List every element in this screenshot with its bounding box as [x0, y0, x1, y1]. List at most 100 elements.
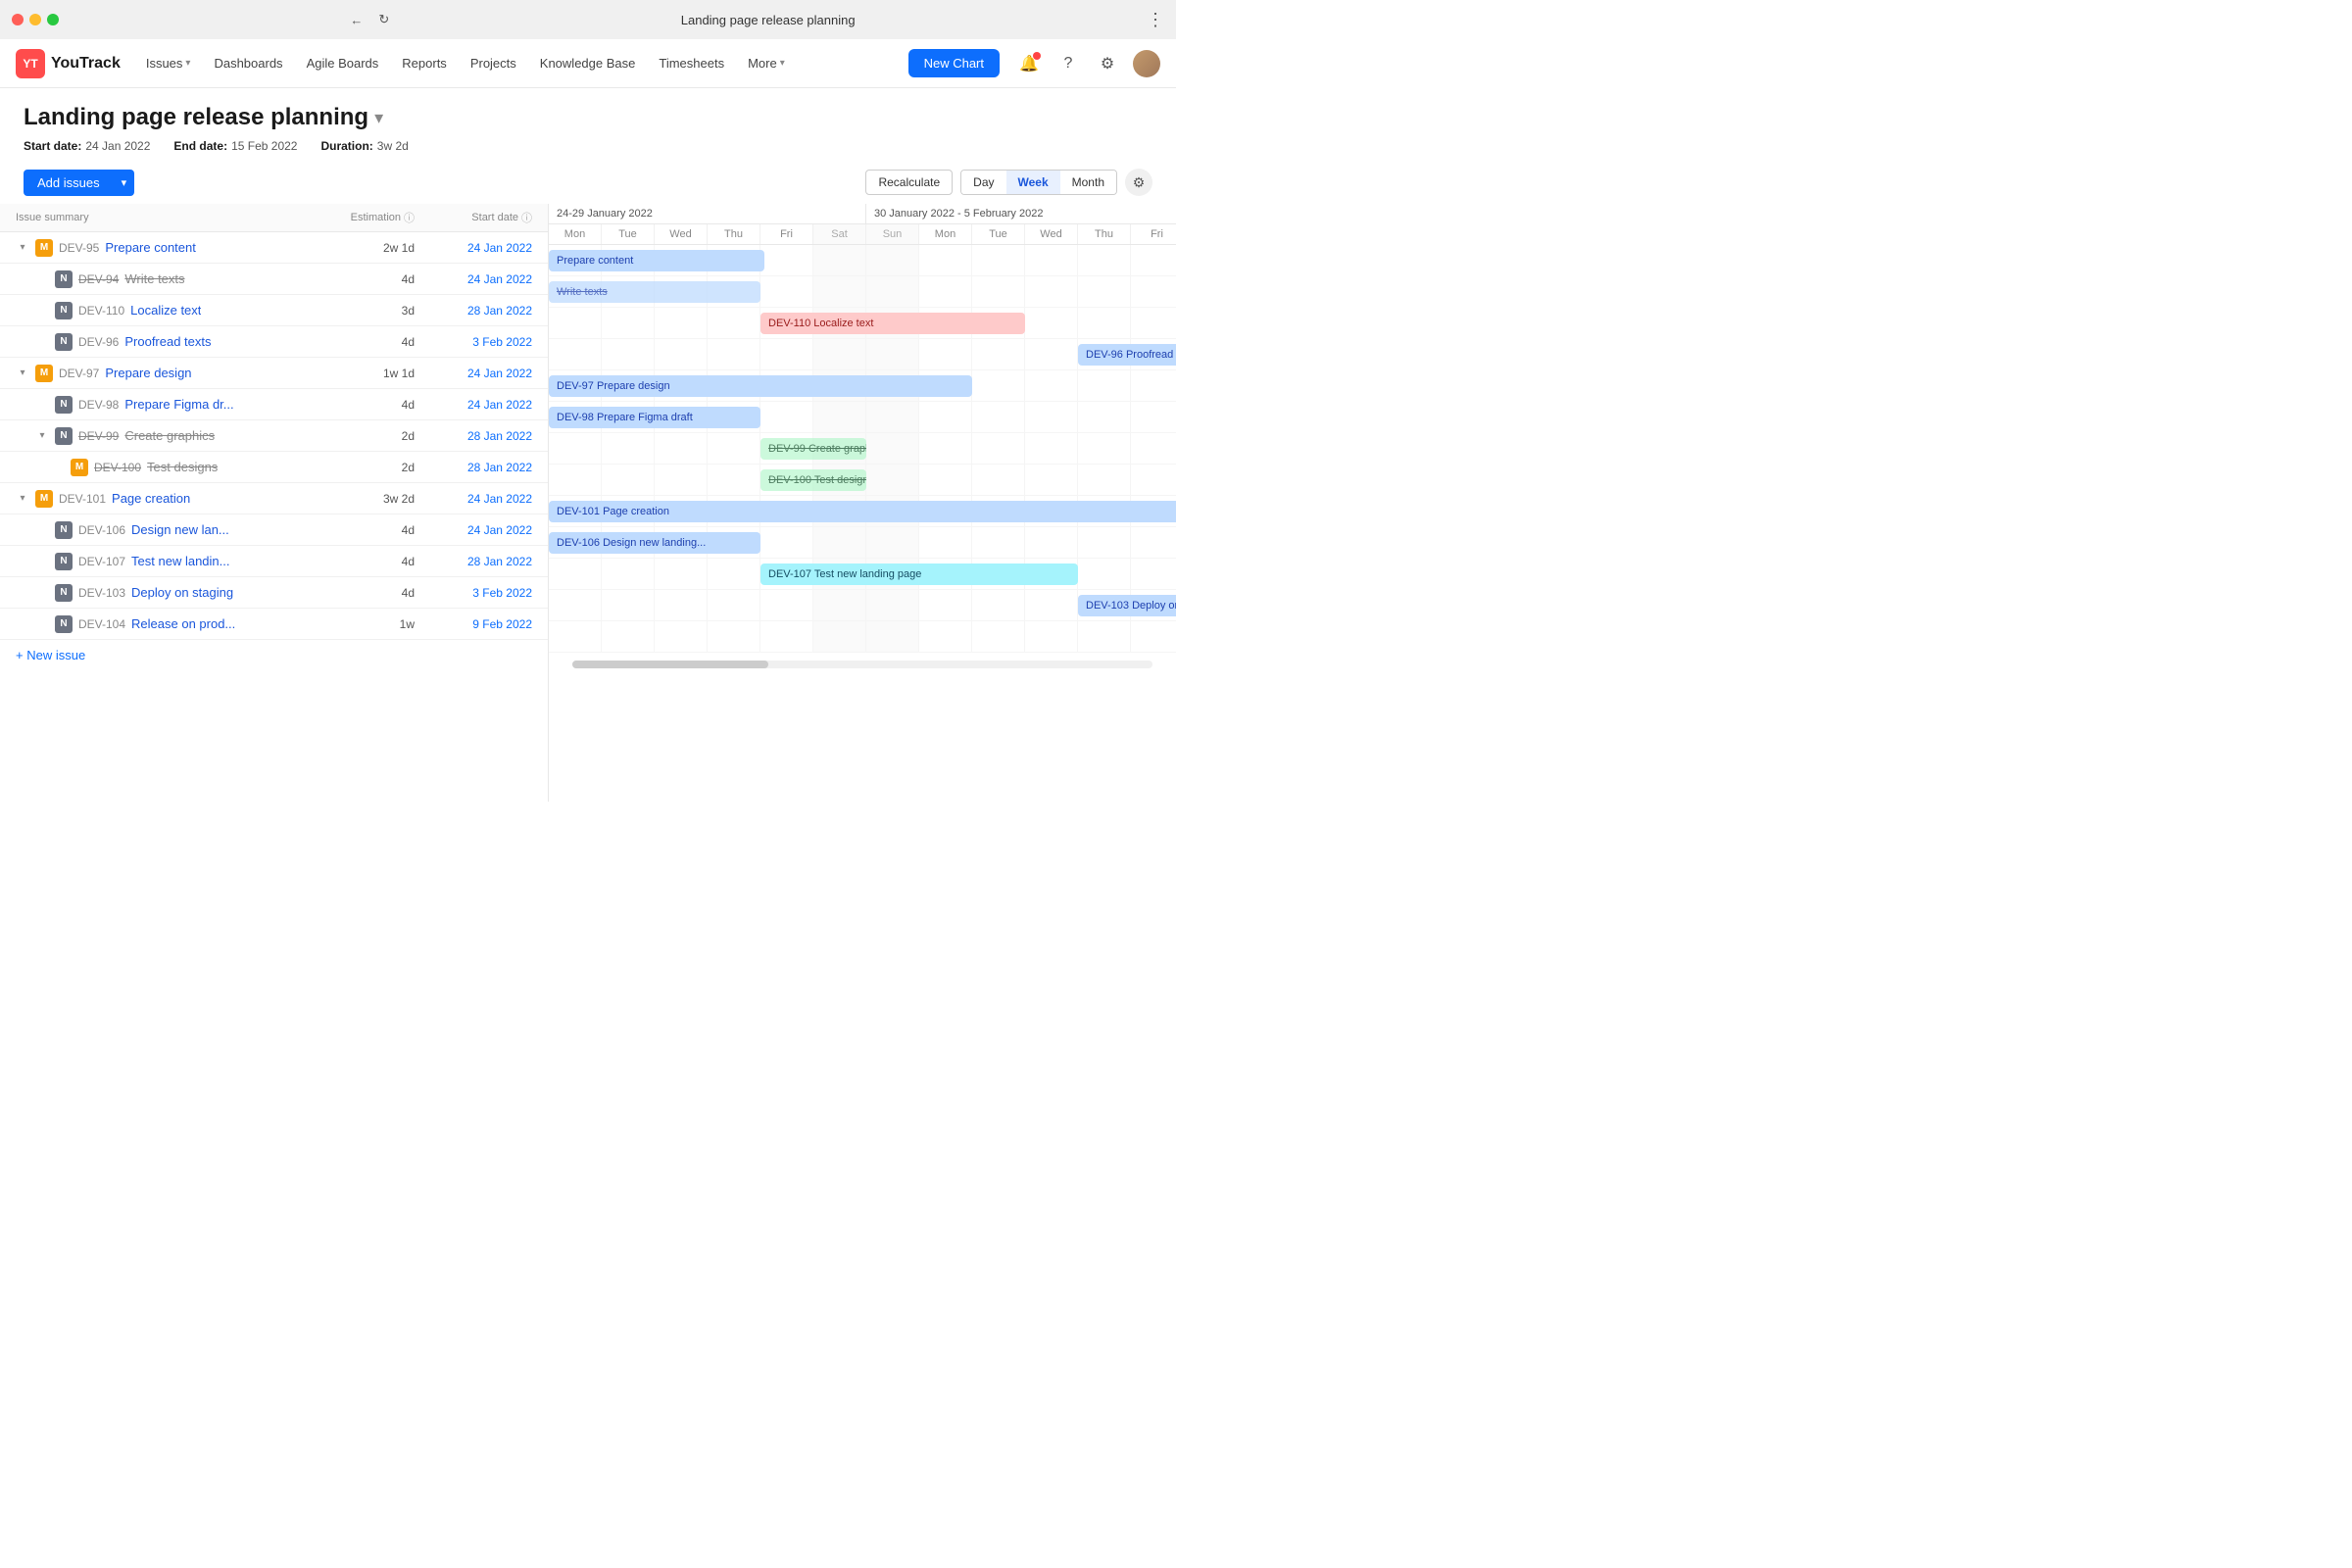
page-meta: Start date: 24 Jan 2022 End date: 15 Feb…	[24, 139, 1152, 153]
expand-btn[interactable]: ▾	[16, 492, 29, 506]
issue-title[interactable]: Localize text	[130, 303, 201, 318]
gantt-cell	[602, 465, 655, 495]
day-view-btn[interactable]: Day	[961, 171, 1005, 194]
gantt-day-label: Tue	[972, 224, 1025, 244]
add-issues-button[interactable]: Add issues	[24, 170, 114, 196]
page-title-chevron[interactable]: ▾	[374, 108, 383, 128]
gantt-scrollbar[interactable]	[549, 653, 1176, 676]
issue-start-date[interactable]: 28 Jan 2022	[415, 461, 532, 474]
main-content: Issue summary Estimation ⓘ Start date ⓘ …	[0, 204, 1176, 802]
logo[interactable]: YT YouTrack	[16, 49, 121, 78]
nav-agile-boards[interactable]: Agile Boards	[297, 50, 389, 76]
issue-title[interactable]: Proofread texts	[124, 334, 211, 349]
gantt-bar[interactable]: DEV-110 Localize text	[760, 313, 1025, 334]
gantt-cell	[549, 433, 602, 464]
issue-id: DEV-100	[94, 461, 141, 474]
help-btn[interactable]: ?	[1054, 50, 1082, 77]
expand-btn[interactable]: ▾	[35, 429, 49, 443]
gantt-cell	[602, 308, 655, 338]
gantt-cell	[1025, 527, 1078, 558]
issue-title[interactable]: Test new landin...	[131, 554, 229, 568]
close-btn[interactable]	[12, 14, 24, 25]
gantt-bar[interactable]: Prepare content	[549, 250, 764, 271]
gantt-cell	[919, 433, 972, 464]
back-btn[interactable]: ←	[350, 13, 363, 27]
settings-btn[interactable]: ⚙	[1094, 50, 1121, 77]
issue-title[interactable]: Prepare design	[105, 366, 191, 380]
gantt-bar[interactable]: DEV-103 Deploy on staging	[1078, 595, 1176, 616]
issue-start-date[interactable]: 24 Jan 2022	[415, 272, 532, 286]
gantt-row: DEV-97 Prepare design	[549, 370, 1176, 402]
new-chart-button[interactable]: New Chart	[908, 49, 1000, 77]
gantt-bar[interactable]: DEV-97 Prepare design	[549, 375, 972, 397]
issue-start-date[interactable]: 24 Jan 2022	[415, 523, 532, 537]
issue-title[interactable]: Prepare content	[105, 240, 196, 255]
issue-title[interactable]: Prepare Figma dr...	[124, 397, 233, 412]
add-issues-dropdown[interactable]: ▾	[114, 170, 135, 196]
startdate-info-icon[interactable]: ⓘ	[521, 210, 532, 225]
issue-title[interactable]: Deploy on staging	[131, 585, 233, 600]
issue-start-date[interactable]: 24 Jan 2022	[415, 492, 532, 506]
issue-title[interactable]: Page creation	[112, 491, 190, 506]
issue-title[interactable]: Design new lan...	[131, 522, 229, 537]
maximize-btn[interactable]	[47, 14, 59, 25]
gantt-panel[interactable]: 24-29 January 202230 January 2022 - 5 Fe…	[549, 204, 1176, 802]
notifications-btn[interactable]: 🔔	[1015, 50, 1043, 77]
nav-dashboards[interactable]: Dashboards	[204, 50, 292, 76]
nav-issues[interactable]: Issues ▾	[136, 50, 201, 76]
more-btn[interactable]: ⋮	[1147, 10, 1164, 30]
issue-start-date[interactable]: 9 Feb 2022	[415, 617, 532, 631]
issue-title[interactable]: Release on prod...	[131, 616, 235, 631]
issue-start-date[interactable]: 28 Jan 2022	[415, 555, 532, 568]
nav-reports[interactable]: Reports	[392, 50, 457, 76]
gantt-cell	[708, 590, 760, 620]
estimation-info-icon[interactable]: ⓘ	[404, 210, 415, 225]
month-view-btn[interactable]: Month	[1060, 171, 1116, 194]
issue-start-date[interactable]: 3 Feb 2022	[415, 335, 532, 349]
user-avatar[interactable]	[1133, 50, 1160, 77]
gantt-cell	[1025, 276, 1078, 307]
recalculate-button[interactable]: Recalculate	[865, 170, 953, 195]
nav-knowledge-base[interactable]: Knowledge Base	[530, 50, 646, 76]
issue-start-date[interactable]: 24 Jan 2022	[415, 398, 532, 412]
gantt-bar[interactable]: DEV-107 Test new landing page	[760, 564, 1078, 585]
minimize-btn[interactable]	[29, 14, 41, 25]
gantt-row: Prepare content	[549, 245, 1176, 276]
issue-summary: N DEV-107 Test new landin...	[16, 553, 317, 570]
gantt-bar[interactable]: DEV-101 Page creation	[549, 501, 1176, 522]
nav-projects[interactable]: Projects	[461, 50, 526, 76]
nav-more[interactable]: More ▾	[738, 50, 795, 76]
refresh-btn[interactable]: ↻	[378, 12, 389, 27]
issue-start-date[interactable]: 28 Jan 2022	[415, 304, 532, 318]
expand-btn[interactable]: ▾	[16, 367, 29, 380]
issue-title[interactable]: Create graphics	[124, 428, 215, 443]
gantt-row: DEV-107 Test new landing page	[549, 559, 1176, 590]
startdate-header: Start date ⓘ	[415, 210, 532, 225]
new-issue-button[interactable]: + New issue	[0, 640, 548, 670]
gantt-bar[interactable]: DEV-96 Proofread texts	[1078, 344, 1176, 366]
gantt-bar[interactable]: Write texts	[549, 281, 760, 303]
nav-timesheets[interactable]: Timesheets	[649, 50, 734, 76]
gantt-cell	[760, 402, 813, 432]
issue-estimation: 4d	[317, 335, 415, 349]
expand-btn[interactable]: ▾	[16, 241, 29, 255]
gantt-cell	[1131, 465, 1176, 495]
gantt-bar[interactable]: DEV-100 Test designs	[760, 469, 866, 491]
issue-title[interactable]: Write texts	[124, 271, 184, 286]
issue-estimation: 2d	[317, 461, 415, 474]
issue-start-date[interactable]: 24 Jan 2022	[415, 241, 532, 255]
gantt-cell	[655, 339, 708, 369]
gantt-bar[interactable]: DEV-99 Create graphics	[760, 438, 866, 460]
gantt-cell	[760, 621, 813, 652]
gantt-day-label: Tue	[602, 224, 655, 244]
table-row: N DEV-106 Design new lan... 4d 24 Jan 20…	[0, 514, 548, 546]
gantt-bar[interactable]: DEV-106 Design new landing...	[549, 532, 760, 554]
issue-title[interactable]: Test designs	[147, 460, 218, 474]
week-view-btn[interactable]: Week	[1006, 171, 1060, 194]
issue-start-date[interactable]: 28 Jan 2022	[415, 429, 532, 443]
issue-start-date[interactable]: 24 Jan 2022	[415, 367, 532, 380]
issue-start-date[interactable]: 3 Feb 2022	[415, 586, 532, 600]
gantt-day-label: Wed	[1025, 224, 1078, 244]
gantt-bar[interactable]: DEV-98 Prepare Figma draft	[549, 407, 760, 428]
gantt-settings-btn[interactable]: ⚙	[1125, 169, 1152, 196]
